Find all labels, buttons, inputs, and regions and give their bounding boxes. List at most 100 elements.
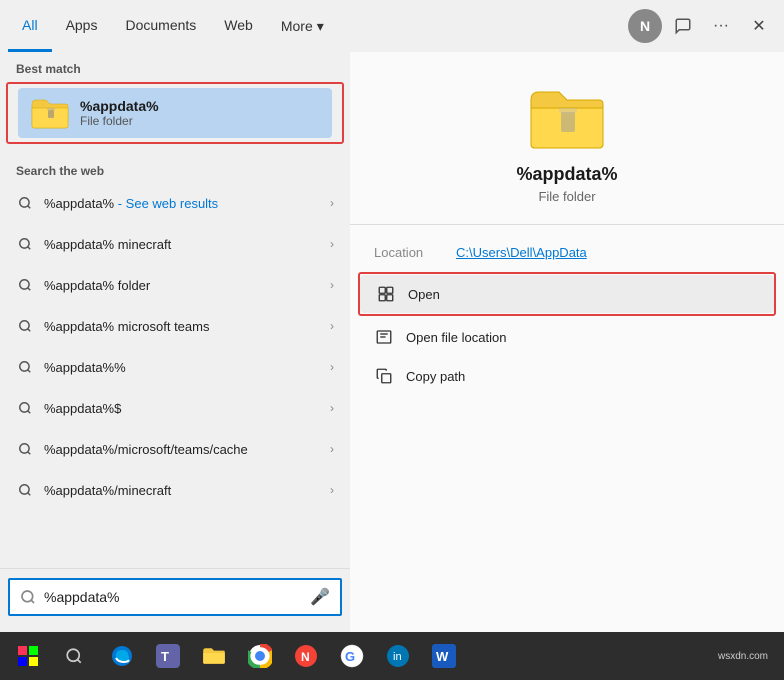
- search-input[interactable]: [44, 589, 302, 605]
- taskbar-app-norton[interactable]: N: [284, 634, 328, 678]
- svg-text:T: T: [161, 649, 169, 664]
- tab-all-label: All: [22, 17, 38, 33]
- mic-icon[interactable]: 🎤: [310, 587, 330, 607]
- search-icon: [16, 440, 34, 458]
- avatar-letter: N: [640, 18, 650, 34]
- overflow-button[interactable]: ···: [704, 9, 738, 43]
- best-match-subtitle: File folder: [80, 114, 320, 128]
- result-subtitle: File folder: [538, 189, 595, 204]
- meta-row: Location C:\Users\Dell\AppData: [350, 237, 784, 268]
- tab-all[interactable]: All: [8, 0, 52, 52]
- chevron-right-icon: ›: [330, 360, 334, 374]
- taskbar-app-explorer[interactable]: [192, 634, 236, 678]
- chevron-right-icon: ›: [330, 319, 334, 333]
- divider: [350, 224, 784, 225]
- list-item-text: %appdata%/microsoft/teams/cache: [44, 442, 320, 457]
- folder-icon: [30, 96, 70, 130]
- svg-text:W: W: [436, 649, 449, 664]
- start-button[interactable]: [4, 632, 52, 680]
- chevron-right-icon: ›: [330, 401, 334, 415]
- chevron-right-icon: ›: [330, 483, 334, 497]
- taskbar-app-teams[interactable]: T: [146, 634, 190, 678]
- copy-path-action[interactable]: Copy path: [358, 357, 776, 395]
- tab-apps-label: Apps: [66, 17, 98, 33]
- best-match-label: Best match: [0, 52, 350, 80]
- nav-tabs: All Apps Documents Web More ▾ N ··· ✕: [0, 0, 784, 52]
- list-item[interactable]: %appdata% minecraft ›: [4, 224, 346, 264]
- list-item-text: %appdata% folder: [44, 278, 320, 293]
- taskbar-app-chrome[interactable]: [238, 634, 282, 678]
- chevron-right-icon: ›: [330, 237, 334, 251]
- taskbar-app-google[interactable]: G: [330, 634, 374, 678]
- bottom-search-bar: 🎤: [0, 568, 350, 624]
- right-panel: %appdata% File folder Location C:\Users\…: [350, 52, 784, 632]
- list-item-text: %appdata%$: [44, 401, 320, 416]
- taskbar-app-edge[interactable]: [100, 634, 144, 678]
- list-item[interactable]: %appdata%% ›: [4, 347, 346, 387]
- file-location-icon: [374, 327, 394, 347]
- taskbar-right: wsxdn.com: [710, 651, 780, 662]
- best-match-outline: %appdata% File folder: [6, 82, 344, 144]
- copy-path-label: Copy path: [406, 369, 465, 384]
- left-panel: Best match %appdata% File folder: [0, 52, 350, 632]
- tab-apps[interactable]: Apps: [52, 0, 112, 52]
- open-icon: [376, 284, 396, 304]
- chevron-right-icon: ›: [330, 442, 334, 456]
- copy-icon: [374, 366, 394, 386]
- list-item-text: %appdata%%: [44, 360, 320, 375]
- list-item-text: %appdata% minecraft: [44, 237, 320, 252]
- watermark-text: wsxdn.com: [718, 651, 768, 662]
- search-icon: [20, 589, 36, 605]
- list-item[interactable]: %appdata%/minecraft ›: [4, 470, 346, 510]
- close-button[interactable]: ✕: [742, 9, 776, 43]
- svg-text:in: in: [393, 651, 402, 663]
- list-item[interactable]: %appdata% folder ›: [4, 265, 346, 305]
- open-action[interactable]: Open: [360, 275, 774, 313]
- search-icon: [16, 194, 34, 212]
- open-file-location-action[interactable]: Open file location: [358, 318, 776, 356]
- list-item-text: %appdata% - See web results: [44, 196, 320, 211]
- list-item[interactable]: %appdata% - See web results ›: [4, 183, 346, 223]
- actions-section: Open Open file location: [350, 272, 784, 396]
- taskbar-search-button[interactable]: [54, 636, 94, 676]
- more-label: More: [281, 18, 313, 34]
- best-match-item[interactable]: %appdata% File folder: [18, 88, 332, 138]
- best-match-text: %appdata% File folder: [80, 98, 320, 128]
- search-icon: [16, 317, 34, 335]
- tab-documents-label: Documents: [125, 17, 196, 33]
- list-item-text: %appdata% microsoft teams: [44, 319, 320, 334]
- content-area: Best match %appdata% File folder: [0, 52, 784, 632]
- list-item[interactable]: %appdata%$ ›: [4, 388, 346, 428]
- chevron-right-icon: ›: [330, 196, 334, 210]
- folder-icon-large: [527, 82, 607, 152]
- open-file-location-label: Open file location: [406, 330, 506, 345]
- svg-text:N: N: [301, 650, 310, 664]
- nav-actions: N ··· ✕: [628, 9, 776, 43]
- result-title: %appdata%: [516, 164, 617, 185]
- more-menu[interactable]: More ▾: [267, 0, 338, 52]
- location-value[interactable]: C:\Users\Dell\AppData: [456, 245, 587, 260]
- chevron-right-icon: ›: [330, 278, 334, 292]
- taskbar-app-word[interactable]: W: [422, 634, 466, 678]
- svg-text:G: G: [345, 649, 355, 664]
- best-match-title: %appdata%: [80, 98, 320, 114]
- list-item[interactable]: %appdata% microsoft teams ›: [4, 306, 346, 346]
- open-label: Open: [408, 287, 440, 302]
- tab-documents[interactable]: Documents: [111, 0, 210, 52]
- search-icon: [16, 358, 34, 376]
- list-item[interactable]: %appdata%/microsoft/teams/cache ›: [4, 429, 346, 469]
- search-icon: [16, 276, 34, 294]
- search-icon: [16, 399, 34, 417]
- taskbar-clock[interactable]: wsxdn.com: [710, 651, 776, 662]
- search-results-list: %appdata% - See web results › %appdata% …: [0, 182, 350, 511]
- open-action-outline: Open: [358, 272, 776, 316]
- search-panel: All Apps Documents Web More ▾ N ··· ✕: [0, 0, 784, 680]
- taskbar-app-misc[interactable]: in: [376, 634, 420, 678]
- taskbar: T: [0, 632, 784, 680]
- location-label: Location: [374, 245, 444, 260]
- tab-web[interactable]: Web: [210, 0, 267, 52]
- feedback-button[interactable]: [666, 9, 700, 43]
- search-input-wrapper: 🎤: [8, 578, 342, 616]
- more-arrow-icon: ▾: [317, 18, 324, 35]
- avatar[interactable]: N: [628, 9, 662, 43]
